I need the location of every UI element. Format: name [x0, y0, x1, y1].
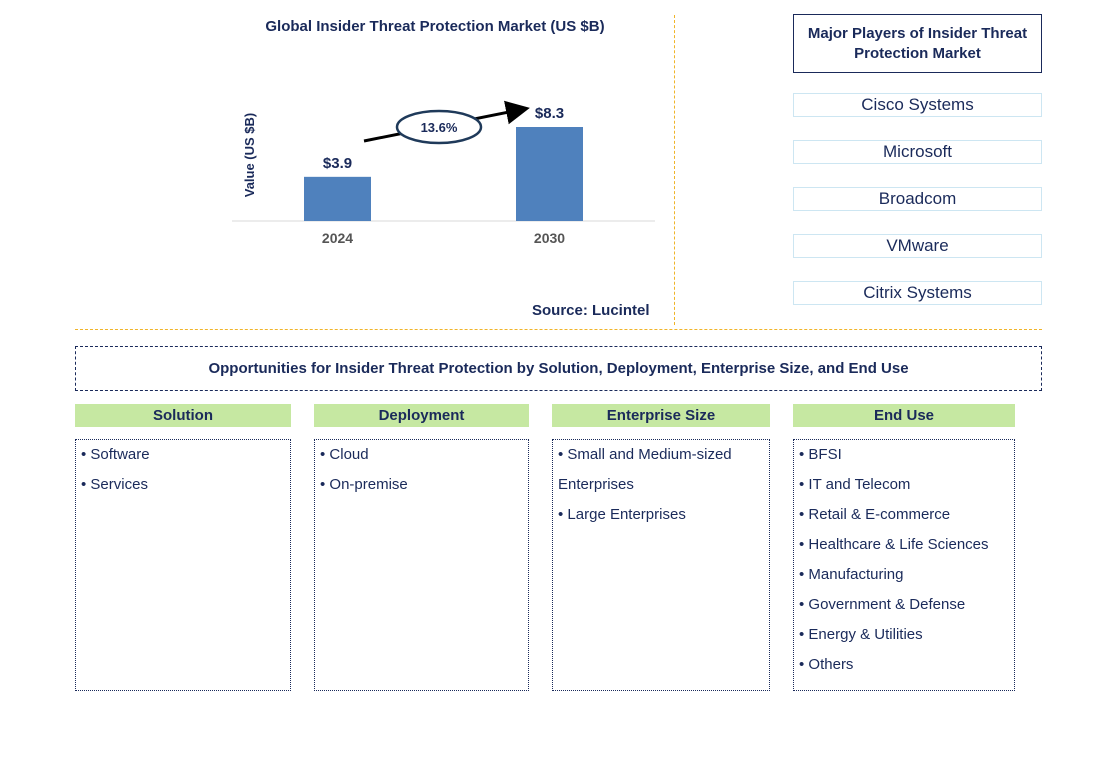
list-item: • On-premise: [320, 476, 408, 493]
column-list: • Software • Services: [75, 439, 291, 691]
bar-2030: [516, 127, 583, 221]
list-item-text: Government & Defense: [808, 596, 966, 613]
list-item-text: IT and Telecom: [808, 476, 911, 493]
player-item: Broadcom: [793, 187, 1042, 211]
list-item: • Others: [799, 656, 854, 673]
list-item-text: Cloud: [329, 446, 369, 463]
list-item-text: Energy & Utilities: [808, 626, 923, 643]
data-label: $3.9: [323, 155, 352, 172]
list-item: • Healthcare & Life Sciences: [799, 536, 989, 553]
divider-vertical: [674, 15, 675, 325]
list-item-text: On-premise: [329, 476, 408, 493]
bar-2024: [304, 176, 371, 221]
list-item-text: Retail & E-commerce: [808, 506, 951, 523]
list-item: • Services: [81, 476, 148, 493]
column-header: End Use: [793, 404, 1015, 427]
column-list: • Cloud • On-premise: [314, 439, 529, 691]
column-header: Solution: [75, 404, 291, 427]
list-item-text: Large Enterprises: [567, 506, 686, 523]
players-title: Major Players of Insider Threat Protecti…: [793, 14, 1042, 73]
player-item: Cisco Systems: [793, 93, 1042, 117]
list-item: • Small and Medium-sized Enterprises: [558, 446, 732, 493]
player-item: Microsoft: [793, 140, 1042, 164]
cagr-label: 13.6%: [421, 120, 458, 135]
column-list: • BFSI • IT and Telecom • Retail & E-comme…: [793, 439, 1015, 691]
y-axis-label: Value (US $B): [242, 113, 257, 198]
opportunities-title: Opportunities for Insider Threat Protect…: [75, 346, 1042, 391]
list-item: • Manufacturing: [799, 566, 904, 583]
list-item-text: Services: [90, 476, 148, 493]
bar-chart: Value (US $B) $3.9 2024 $8.3 2030 13.6%: [232, 100, 655, 246]
list-item-text: Manufacturing: [808, 566, 904, 583]
list-item: • Retail & E-commerce: [799, 506, 951, 523]
list-item: • Large Enterprises: [558, 506, 686, 523]
player-item: Citrix Systems: [793, 281, 1042, 305]
list-item-text: Software: [90, 446, 150, 463]
column-list: • Small and Medium-sized Enterprises • La…: [552, 439, 770, 691]
player-item: VMware: [793, 234, 1042, 258]
list-item-text: Small and Medium-sized Enterprises: [558, 446, 732, 493]
list-item-text: Others: [808, 656, 854, 673]
list-item: • Cloud: [320, 446, 369, 463]
column-header: Deployment: [314, 404, 529, 427]
list-item: • BFSI: [799, 446, 842, 463]
list-item: • Energy & Utilities: [799, 626, 923, 643]
divider-horizontal: [75, 329, 1042, 330]
x-tick-label: 2024: [322, 230, 353, 246]
list-item: • Government & Defense: [799, 596, 966, 613]
list-item: • Software: [81, 446, 150, 463]
list-item-text: BFSI: [808, 446, 842, 463]
source-label: Source: Lucintel: [532, 302, 650, 319]
x-tick-label: 2030: [534, 230, 565, 246]
list-item: • IT and Telecom: [799, 476, 911, 493]
list-item-text: Healthcare & Life Sciences: [808, 536, 989, 553]
data-label: $8.3: [535, 105, 564, 122]
column-header: Enterprise Size: [552, 404, 770, 427]
